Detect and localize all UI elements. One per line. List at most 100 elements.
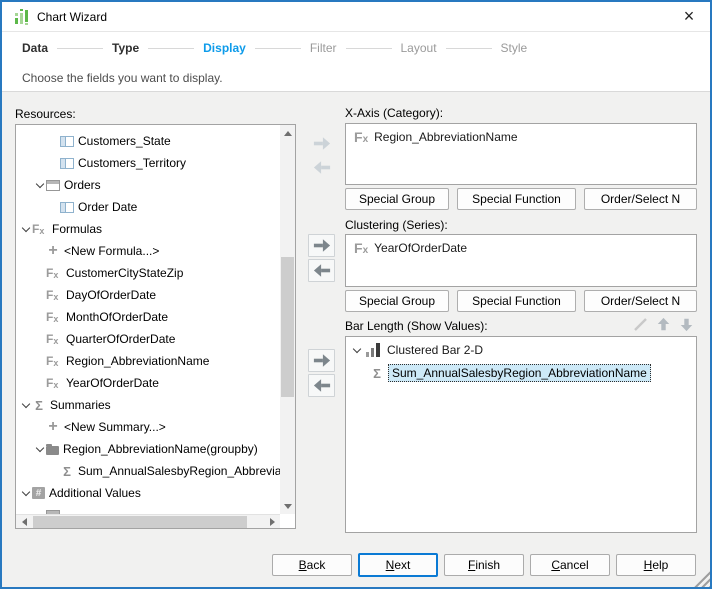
clustering-field-item[interactable]: Fx YearOfOrderDate — [354, 240, 467, 256]
fx-icon: Fx — [46, 310, 62, 324]
scrollbar-thumb[interactable] — [281, 257, 294, 397]
remove-from-xaxis-button — [308, 156, 335, 179]
chevron-down-icon[interactable] — [34, 184, 46, 187]
column-icon — [60, 136, 74, 147]
tree-item-label: Formulas — [52, 222, 102, 236]
xaxis-field-item[interactable]: Fx Region_AbbreviationName — [354, 129, 518, 145]
tree-item-label: <New Formula...> — [64, 244, 159, 258]
chart-type-node[interactable]: Clustered Bar 2-D — [351, 343, 483, 357]
chevron-down-icon[interactable] — [20, 492, 32, 495]
fx-icon: Fx — [46, 288, 62, 302]
chevron-down-icon[interactable] — [20, 228, 32, 231]
tree-item-label: QuarterOfOrderDate — [66, 332, 175, 346]
scroll-up-icon[interactable] — [280, 125, 295, 141]
resources-tree: Customers_State Customers_TerritoryOrders… — [15, 124, 296, 529]
move-up-icon — [655, 316, 672, 333]
tree-item[interactable]: Fx QuarterOfOrderDate — [16, 329, 280, 349]
step-display[interactable]: Display — [203, 41, 246, 55]
sigma-icon: Σ — [370, 366, 384, 381]
horizontal-scrollbar[interactable] — [16, 514, 280, 528]
tree-item[interactable]: ΣSum_AnnualSalesbyRegion_AbbreviationNa — [16, 461, 280, 481]
help-button[interactable]: Help — [616, 554, 696, 576]
barlength-label: Bar Length (Show Values): — [345, 319, 488, 333]
xaxis-special-group-button[interactable]: Special Group — [345, 188, 449, 210]
tree-item[interactable]: Fx CustomerCityStateZip — [16, 263, 280, 283]
xaxis-field-list: Fx Region_AbbreviationName — [345, 123, 697, 185]
column-icon — [60, 158, 74, 169]
fx-icon: Fx — [46, 332, 62, 346]
chart-wizard-icon — [14, 9, 30, 25]
scroll-down-icon[interactable] — [280, 498, 295, 514]
tree-item-label: Region_AbbreviationName(groupby) — [63, 442, 258, 456]
clustered-bar-icon — [365, 343, 381, 357]
step-connector — [346, 48, 392, 49]
cancel-button[interactable]: Cancel — [530, 554, 610, 576]
add-to-barlength-button[interactable] — [308, 349, 335, 372]
tree-item[interactable]: FxDayOfOrderDate — [16, 285, 280, 305]
chevron-down-icon[interactable] — [34, 448, 46, 451]
tree-item[interactable]: +<New Formula...> — [16, 241, 280, 261]
tree-item[interactable]: FxYearOfOrderDate — [16, 373, 280, 393]
vertical-scrollbar[interactable] — [280, 125, 295, 514]
tree-item[interactable]: Order Date — [16, 197, 280, 217]
tree-item[interactable]: Customers_State — [16, 131, 280, 151]
xaxis-order-select-button[interactable]: Order/Select N — [584, 188, 697, 210]
fx-icon: Fx — [32, 222, 48, 236]
tree-item[interactable]: + <New Summary...> — [16, 417, 280, 437]
tree-item-label: Summaries — [50, 398, 111, 412]
scroll-right-icon[interactable] — [264, 515, 280, 529]
barlength-value-node[interactable]: Σ Sum_AnnualSalesbyRegion_AbbreviationNa… — [370, 364, 651, 382]
chart-type-label: Clustered Bar 2-D — [387, 343, 483, 357]
clustering-special-group-button[interactable]: Special Group — [345, 290, 449, 312]
remove-from-clustering-button[interactable] — [308, 259, 335, 282]
tree-item-label: Region_AbbreviationName — [66, 354, 209, 368]
scroll-left-icon[interactable] — [16, 515, 32, 529]
column-icon — [60, 202, 74, 213]
next-button[interactable]: Next — [358, 553, 438, 577]
add-to-xaxis-button — [308, 132, 335, 155]
selected-summary-value[interactable]: Sum_AnnualSalesbyRegion_AbbreviationName — [388, 364, 651, 382]
tree-item[interactable]: Fx MonthOfOrderDate — [16, 307, 280, 327]
fx-icon: Fx — [46, 354, 62, 368]
chevron-down-icon[interactable] — [20, 404, 32, 407]
clustering-field-name: YearOfOrderDate — [374, 241, 467, 255]
step-connector — [57, 48, 103, 49]
subtitle-row: Choose the fields you want to display. — [2, 64, 710, 92]
remove-from-barlength-button[interactable] — [308, 374, 335, 397]
back-button[interactable]: Back — [272, 554, 352, 576]
chevron-down-icon[interactable] — [351, 349, 363, 352]
clustering-order-select-button[interactable]: Order/Select N — [584, 290, 697, 312]
finish-button[interactable]: Finish — [444, 554, 524, 576]
xaxis-field-name: Region_AbbreviationName — [374, 130, 517, 144]
hash-icon: # — [32, 487, 45, 499]
tree-item-label: CustomerCityStateZip — [66, 266, 183, 280]
tree-item[interactable]: Fx Region_AbbreviationName — [16, 351, 280, 371]
clustering-special-function-button[interactable]: Special Function — [457, 290, 576, 312]
scrollbar-thumb[interactable] — [33, 516, 247, 528]
step-layout[interactable]: Layout — [401, 41, 437, 55]
fx-icon: Fx — [46, 266, 62, 280]
tree-item-label: <New Summary...> — [64, 420, 166, 434]
plus-icon: + — [46, 418, 60, 436]
step-filter[interactable]: Filter — [310, 41, 337, 55]
tree-item-label: MonthOfOrderDate — [66, 310, 168, 324]
tree-item[interactable]: Region_AbbreviationName(groupby) — [16, 439, 280, 459]
tree-item[interactable]: Fx Formulas — [16, 219, 280, 239]
step-style[interactable]: Style — [501, 41, 528, 55]
move-down-icon — [678, 316, 695, 333]
step-data[interactable]: Data — [22, 41, 48, 55]
tree-item-label: Sum_AnnualSalesbyRegion_AbbreviationNa — [78, 464, 280, 478]
tree-item[interactable]: #Additional Values — [16, 483, 280, 503]
tree-item[interactable]: Σ Summaries — [16, 395, 280, 415]
table-icon — [46, 180, 60, 191]
xaxis-special-function-button[interactable]: Special Function — [457, 188, 576, 210]
chart-wizard-dialog: Chart Wizard × Data Type Display Filter … — [0, 0, 712, 589]
tree-item[interactable]: Customers_Territory — [16, 153, 280, 173]
tree-item[interactable]: Orders — [16, 175, 280, 195]
tree-item-label: Customers_State — [78, 134, 171, 148]
step-type[interactable]: Type — [112, 41, 139, 55]
close-icon[interactable]: × — [678, 6, 700, 28]
xaxis-label: X-Axis (Category): — [345, 106, 443, 120]
add-to-clustering-button[interactable] — [308, 234, 335, 257]
sigma-icon: Σ — [32, 398, 46, 413]
